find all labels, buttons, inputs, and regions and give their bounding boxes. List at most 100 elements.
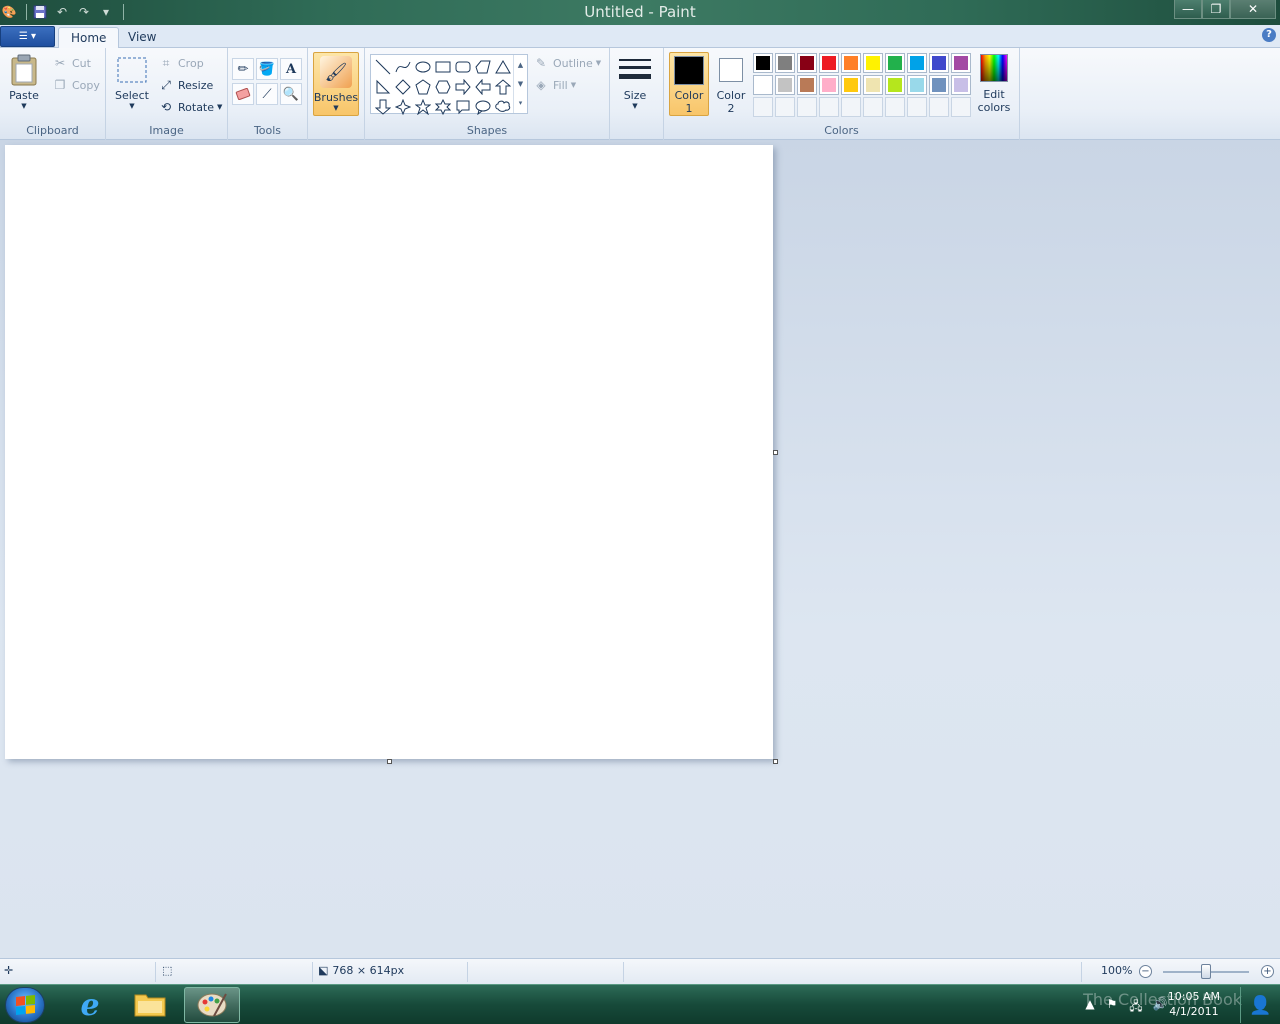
palette-empty-slot[interactable] bbox=[775, 97, 795, 117]
rounded-rectangle-shape-icon[interactable] bbox=[453, 57, 473, 77]
palette-swatch[interactable] bbox=[885, 53, 905, 73]
start-button[interactable] bbox=[5, 987, 45, 1023]
triangle-shape-icon[interactable] bbox=[493, 57, 513, 77]
paste-button[interactable]: Paste ▼ bbox=[8, 54, 40, 110]
select-dropdown-icon[interactable]: ▼ bbox=[129, 102, 134, 110]
palette-swatch[interactable] bbox=[885, 75, 905, 95]
polygon-shape-icon[interactable] bbox=[473, 57, 493, 77]
help-icon[interactable]: ? bbox=[1262, 28, 1276, 42]
palette-swatch[interactable] bbox=[929, 75, 949, 95]
eraser-icon[interactable] bbox=[232, 83, 254, 105]
line-shape-icon[interactable] bbox=[373, 57, 393, 77]
zoom-out-button[interactable]: − bbox=[1139, 965, 1152, 978]
network-icon[interactable]: 🖧 bbox=[1128, 997, 1144, 1013]
paint-taskbar-button[interactable] bbox=[184, 987, 240, 1023]
file-explorer-taskbar-button[interactable] bbox=[122, 987, 178, 1023]
palette-empty-slot[interactable] bbox=[841, 97, 861, 117]
show-hidden-icons-icon[interactable]: ▲ bbox=[1082, 997, 1098, 1013]
left-arrow-shape-icon[interactable] bbox=[473, 77, 493, 97]
zoom-in-button[interactable]: + bbox=[1261, 965, 1274, 978]
canvas-workspace[interactable] bbox=[0, 140, 1280, 958]
magnifier-icon[interactable]: 🔍 bbox=[280, 83, 302, 105]
palette-empty-slot[interactable] bbox=[819, 97, 839, 117]
diamond-shape-icon[interactable] bbox=[393, 77, 413, 97]
volume-icon[interactable]: 🔊 bbox=[1152, 997, 1168, 1013]
gallery-expand-icon[interactable]: ▾ bbox=[519, 99, 523, 107]
palette-swatch[interactable] bbox=[863, 53, 883, 73]
crop-button[interactable]: ⌗ Crop bbox=[158, 54, 204, 72]
zoom-slider-thumb[interactable] bbox=[1201, 964, 1211, 979]
rounded-callout-shape-icon[interactable] bbox=[453, 97, 473, 117]
size-button[interactable]: Size ▼ bbox=[619, 54, 651, 110]
palette-empty-slot[interactable] bbox=[929, 97, 949, 117]
rectangle-shape-icon[interactable] bbox=[433, 57, 453, 77]
copy-button[interactable]: ❐ Copy bbox=[52, 76, 100, 94]
palette-empty-slot[interactable] bbox=[797, 97, 817, 117]
palette-swatch[interactable] bbox=[907, 53, 927, 73]
palette-empty-slot[interactable] bbox=[907, 97, 927, 117]
close-button[interactable]: ✕ bbox=[1230, 0, 1276, 19]
paste-dropdown-icon[interactable]: ▼ bbox=[21, 102, 26, 110]
shapes-scrollbar[interactable]: ▲ ▼ ▾ bbox=[513, 55, 527, 113]
text-tool-icon[interactable]: A bbox=[280, 58, 302, 80]
oval-shape-icon[interactable] bbox=[413, 57, 433, 77]
palette-swatch[interactable] bbox=[841, 53, 861, 73]
curve-shape-icon[interactable] bbox=[393, 57, 413, 77]
palette-swatch[interactable] bbox=[753, 75, 773, 95]
color-1-button[interactable]: Color 1 bbox=[669, 52, 709, 116]
edit-colors-button[interactable]: Edit colors bbox=[975, 54, 1013, 114]
five-point-star-shape-icon[interactable] bbox=[413, 97, 433, 117]
cloud-callout-shape-icon[interactable] bbox=[493, 97, 513, 117]
clock[interactable]: 10:05 AM 4/1/2011 bbox=[1168, 989, 1220, 1019]
scroll-down-icon[interactable]: ▼ bbox=[518, 80, 523, 88]
internet-explorer-taskbar-button[interactable]: e bbox=[62, 987, 118, 1023]
palette-swatch[interactable] bbox=[797, 53, 817, 73]
palette-swatch[interactable] bbox=[951, 75, 971, 95]
palette-empty-slot[interactable] bbox=[863, 97, 883, 117]
palette-swatch[interactable] bbox=[753, 53, 773, 73]
paint-menu-button[interactable]: ☰ ▾ bbox=[0, 26, 55, 47]
oval-callout-shape-icon[interactable] bbox=[473, 97, 493, 117]
right-triangle-shape-icon[interactable] bbox=[373, 77, 393, 97]
right-arrow-shape-icon[interactable] bbox=[453, 77, 473, 97]
restore-button[interactable]: ❐ bbox=[1202, 0, 1230, 19]
palette-swatch[interactable] bbox=[951, 53, 971, 73]
scroll-up-icon[interactable]: ▲ bbox=[518, 61, 523, 69]
palette-empty-slot[interactable] bbox=[753, 97, 773, 117]
fill-bucket-icon[interactable]: 🪣 bbox=[256, 58, 278, 80]
drawing-canvas[interactable] bbox=[5, 145, 773, 759]
four-point-star-shape-icon[interactable] bbox=[393, 97, 413, 117]
palette-empty-slot[interactable] bbox=[951, 97, 971, 117]
tab-view[interactable]: View bbox=[116, 27, 168, 49]
pentagon-shape-icon[interactable] bbox=[413, 77, 433, 97]
action-center-flag-icon[interactable]: ⚑ bbox=[1104, 997, 1120, 1013]
up-arrow-shape-icon[interactable] bbox=[493, 77, 513, 97]
color-2-button[interactable]: Color 2 bbox=[711, 52, 751, 116]
show-desktop-button[interactable]: 👤 bbox=[1240, 987, 1280, 1023]
minimize-button[interactable]: — bbox=[1174, 0, 1202, 19]
resize-button[interactable]: ⤢ Resize bbox=[158, 76, 213, 94]
brushes-button[interactable]: 🖌 Brushes ▼ bbox=[313, 52, 359, 116]
palette-swatch[interactable] bbox=[819, 53, 839, 73]
tab-home[interactable]: Home bbox=[58, 27, 120, 49]
palette-swatch[interactable] bbox=[841, 75, 861, 95]
palette-swatch[interactable] bbox=[819, 75, 839, 95]
palette-empty-slot[interactable] bbox=[885, 97, 905, 117]
hexagon-shape-icon[interactable] bbox=[433, 77, 453, 97]
resize-handle-right[interactable] bbox=[773, 450, 778, 455]
six-point-star-shape-icon[interactable] bbox=[433, 97, 453, 117]
palette-swatch[interactable] bbox=[775, 75, 795, 95]
palette-swatch[interactable] bbox=[863, 75, 883, 95]
fill-button[interactable]: ◈ Fill ▼ bbox=[533, 76, 576, 94]
pencil-icon[interactable]: ✏ bbox=[232, 58, 254, 80]
resize-handle-corner[interactable] bbox=[773, 759, 778, 764]
palette-swatch[interactable] bbox=[907, 75, 927, 95]
cut-button[interactable]: ✂ Cut bbox=[52, 54, 91, 72]
outline-button[interactable]: ✎ Outline ▼ bbox=[533, 54, 601, 72]
palette-swatch[interactable] bbox=[929, 53, 949, 73]
palette-swatch[interactable] bbox=[775, 53, 795, 73]
down-arrow-shape-icon[interactable] bbox=[373, 97, 393, 117]
select-button[interactable]: Select ▼ bbox=[115, 54, 149, 110]
color-picker-icon[interactable]: ⟋ bbox=[256, 83, 278, 105]
resize-handle-bottom[interactable] bbox=[387, 759, 392, 764]
